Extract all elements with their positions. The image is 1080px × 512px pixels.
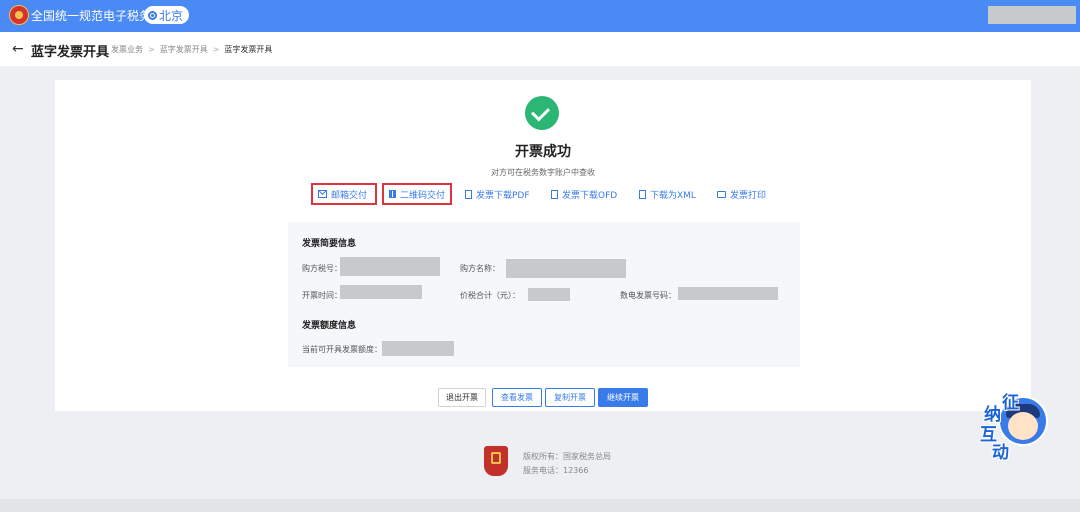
print-invoice-button[interactable]: 发票打印 bbox=[717, 183, 766, 205]
interaction-widget-button[interactable]: 征 纳 互 动 bbox=[980, 388, 1054, 463]
quota-section-title: 发票额度信息 bbox=[302, 321, 357, 331]
print-icon bbox=[717, 190, 726, 198]
copy-invoicing-button[interactable]: 复制开票 bbox=[545, 388, 595, 407]
user-info-redacted[interactable] bbox=[988, 6, 1076, 24]
success-subtitle: 对方可在税务数字账户中查收 bbox=[491, 168, 595, 177]
available-quota-redacted bbox=[382, 341, 454, 356]
download-pdf-button[interactable]: 发票下载PDF bbox=[465, 183, 530, 205]
download-pdf-label: 发票下载PDF bbox=[476, 190, 530, 201]
breadcrumb-item[interactable]: 蓝字发票开具 bbox=[160, 45, 208, 54]
breadcrumb-item[interactable]: 发票业务 bbox=[111, 45, 143, 54]
result-card: 开票成功 对方可在税务数字账户中查收 邮箱交付 二维码交付 发票下载PDF 发票… bbox=[55, 80, 1031, 411]
qrcode-delivery-label: 二维码交付 bbox=[399, 190, 445, 201]
success-title: 开票成功 bbox=[515, 144, 571, 160]
buyer-tax-id-redacted bbox=[340, 257, 440, 276]
widget-char: 动 bbox=[992, 443, 1009, 463]
exit-invoicing-button[interactable]: 退出开票 bbox=[438, 388, 486, 407]
footer-copyright: 版权所有：国家税务总局 bbox=[523, 452, 611, 461]
download-ofd-button[interactable]: 发票下载OFD bbox=[551, 183, 617, 205]
back-arrow-icon[interactable]: ← bbox=[12, 41, 24, 57]
page-header: ← 蓝字发票开具 发票业务 > 蓝字发票开具 > 蓝字发票开具 bbox=[0, 32, 1080, 66]
page-title: 蓝字发票开具 bbox=[31, 45, 110, 60]
download-xml-label: 下载为XML bbox=[650, 190, 696, 201]
region-selector[interactable]: 北京 bbox=[144, 6, 190, 24]
invoice-number-label: 数电发票号码： bbox=[620, 291, 676, 300]
invoice-info-panel: 发票简要信息 购方税号： 购方名称： 开票时间： 价税合计（元）： 数电发票号码… bbox=[288, 222, 800, 367]
buyer-tax-id-label: 购方税号： bbox=[302, 264, 342, 273]
email-delivery-label: 邮箱交付 bbox=[331, 190, 368, 201]
issue-time-redacted bbox=[340, 285, 422, 299]
view-invoice-button[interactable]: 查看发票 bbox=[492, 388, 542, 407]
issue-time-label: 开票时间： bbox=[302, 291, 342, 300]
email-delivery-button[interactable]: 邮箱交付 bbox=[311, 183, 377, 205]
total-amount-redacted bbox=[528, 288, 570, 301]
tax-bureau-logo bbox=[484, 446, 508, 476]
total-amount-label: 价税合计（元）： bbox=[460, 291, 520, 300]
continue-invoicing-button[interactable]: 继续开票 bbox=[598, 388, 648, 407]
qrcode-delivery-button[interactable]: 二维码交付 bbox=[382, 183, 452, 205]
qrcode-icon bbox=[389, 190, 396, 198]
location-pin-icon bbox=[148, 10, 157, 20]
page-bottom-strip bbox=[0, 499, 1080, 512]
ofd-icon bbox=[551, 189, 558, 199]
print-invoice-label: 发票打印 bbox=[730, 190, 767, 201]
breadcrumb: 发票业务 > 蓝字发票开具 > 蓝字发票开具 bbox=[111, 45, 273, 54]
summary-section-title: 发票简要信息 bbox=[302, 239, 357, 249]
available-quota-label: 当前可开具发票额度： bbox=[302, 345, 382, 354]
top-bar: 全国统一规范电子税务局 北京 bbox=[0, 0, 1080, 32]
pdf-icon bbox=[465, 189, 472, 199]
download-ofd-label: 发票下载OFD bbox=[562, 190, 618, 201]
xml-icon bbox=[639, 189, 646, 199]
widget-char: 征 bbox=[1002, 393, 1019, 413]
delivery-actions: 邮箱交付 二维码交付 发票下载PDF 发票下载OFD 下载为XML 发票打印 bbox=[55, 183, 1031, 205]
buyer-name-redacted bbox=[506, 259, 626, 278]
download-xml-button[interactable]: 下载为XML bbox=[639, 183, 696, 205]
tax-emblem-icon bbox=[9, 5, 29, 25]
footer-phone: 服务电话：12366 bbox=[523, 466, 589, 475]
invoice-number-redacted bbox=[678, 287, 778, 300]
mail-icon bbox=[318, 190, 327, 198]
success-check-icon bbox=[525, 96, 559, 130]
breadcrumb-current: 蓝字发票开具 bbox=[224, 45, 273, 54]
buyer-name-label: 购方名称： bbox=[460, 264, 500, 273]
region-label: 北京 bbox=[159, 8, 184, 23]
